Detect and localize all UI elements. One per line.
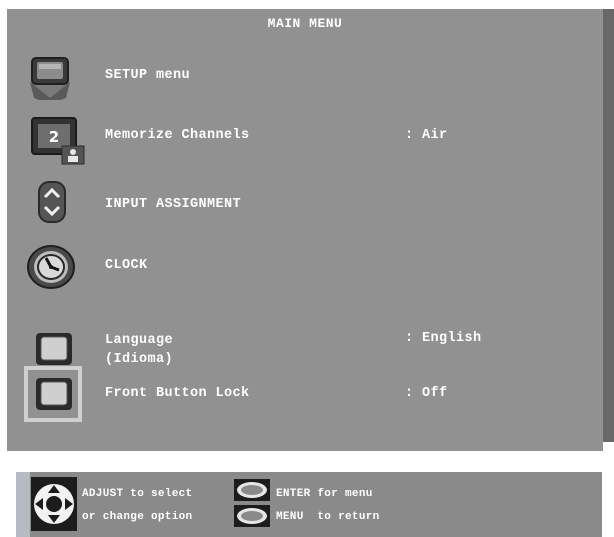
menu-button-icon (234, 505, 270, 527)
menu-return-text: MENU to return (276, 511, 380, 523)
adjust-change-text: or change option (82, 511, 193, 523)
adjust-select-text: ADJUST to select (82, 488, 193, 500)
input-arrows-icon (38, 181, 66, 223)
menu-header: MAIN MENU (7, 9, 603, 35)
setup-menu-label: SETUP menu (105, 68, 191, 83)
help-bar-edge (16, 472, 30, 537)
channel-memory-icon: 2 (31, 117, 85, 165)
clock-label: CLOCK (105, 258, 148, 273)
language-label: Language (Idioma) (105, 333, 174, 367)
channel-number: 2 (49, 128, 59, 146)
tv-setup-icon (30, 57, 70, 100)
memorize-channels-value: : Air (405, 128, 448, 143)
menu-title: MAIN MENU (267, 16, 343, 31)
dpad-icon (31, 477, 77, 531)
front-button-lock-label: Front Button Lock (105, 386, 250, 401)
square-button-icon (36, 378, 72, 410)
square-button-icon (36, 333, 72, 365)
front-button-lock-value: : Off (405, 386, 448, 401)
enter-menu-text: ENTER for menu (276, 488, 373, 500)
language-value: : English (405, 331, 482, 346)
input-assignment-label: INPUT ASSIGNMENT (105, 197, 242, 212)
help-bar (16, 472, 602, 537)
memorize-channels-label: Memorize Channels (105, 128, 250, 143)
clock-icon (27, 245, 75, 289)
main-menu-panel (7, 9, 603, 451)
enter-button-icon (234, 479, 270, 501)
